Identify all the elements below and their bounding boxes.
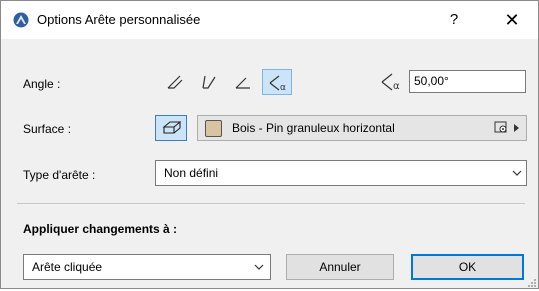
edge-type-label: Type d'arête :: [23, 168, 96, 182]
surface-label: Surface :: [23, 122, 72, 136]
apply-target-value: Arête cliquée: [32, 260, 103, 274]
apply-target-dropdown[interactable]: Arête cliquée: [23, 254, 271, 280]
separator: [17, 203, 525, 204]
surface-override-toggle[interactable]: [155, 115, 187, 141]
edge-angle-1-icon[interactable]: [160, 69, 190, 95]
edge-angle-3-icon[interactable]: [228, 69, 258, 95]
svg-text:α: α: [280, 83, 286, 92]
surface-menu-arrow-icon[interactable]: [514, 124, 519, 132]
help-button[interactable]: ?: [435, 6, 473, 34]
window-title: Options Arête personnalisée: [37, 12, 201, 27]
surface-settings-icon[interactable]: [494, 121, 510, 135]
edge-type-dropdown[interactable]: Non défini: [155, 160, 527, 186]
svg-text:α: α: [393, 81, 400, 92]
chevron-down-icon: [510, 166, 524, 180]
close-button[interactable]: ✕: [493, 6, 531, 34]
surface-picker[interactable]: Bois - Pin granuleux horizontal: [197, 115, 527, 141]
chevron-down-icon: [252, 260, 266, 274]
title-bar: Options Arête personnalisée ? ✕: [1, 1, 538, 39]
surface-swatch: [205, 120, 222, 137]
edge-angle-2-icon[interactable]: [194, 69, 224, 95]
surface-name: Bois - Pin granuleux horizontal: [232, 121, 395, 135]
archicad-logo-icon: [13, 12, 29, 28]
angle-value-icon: α: [379, 71, 405, 93]
angle-value-input[interactable]: 50,00°: [409, 70, 526, 93]
ok-button[interactable]: OK: [411, 254, 524, 280]
resize-grip-icon[interactable]: [527, 277, 537, 287]
apply-changes-label: Appliquer changements à :: [23, 222, 178, 236]
dialog-window: Options Arête personnalisée ? ✕ Angle : …: [0, 0, 539, 289]
edge-angle-custom-icon[interactable]: α: [262, 69, 292, 95]
angle-label: Angle :: [23, 77, 61, 91]
edge-type-value: Non défini: [164, 166, 219, 180]
cancel-button[interactable]: Annuler: [286, 254, 394, 280]
